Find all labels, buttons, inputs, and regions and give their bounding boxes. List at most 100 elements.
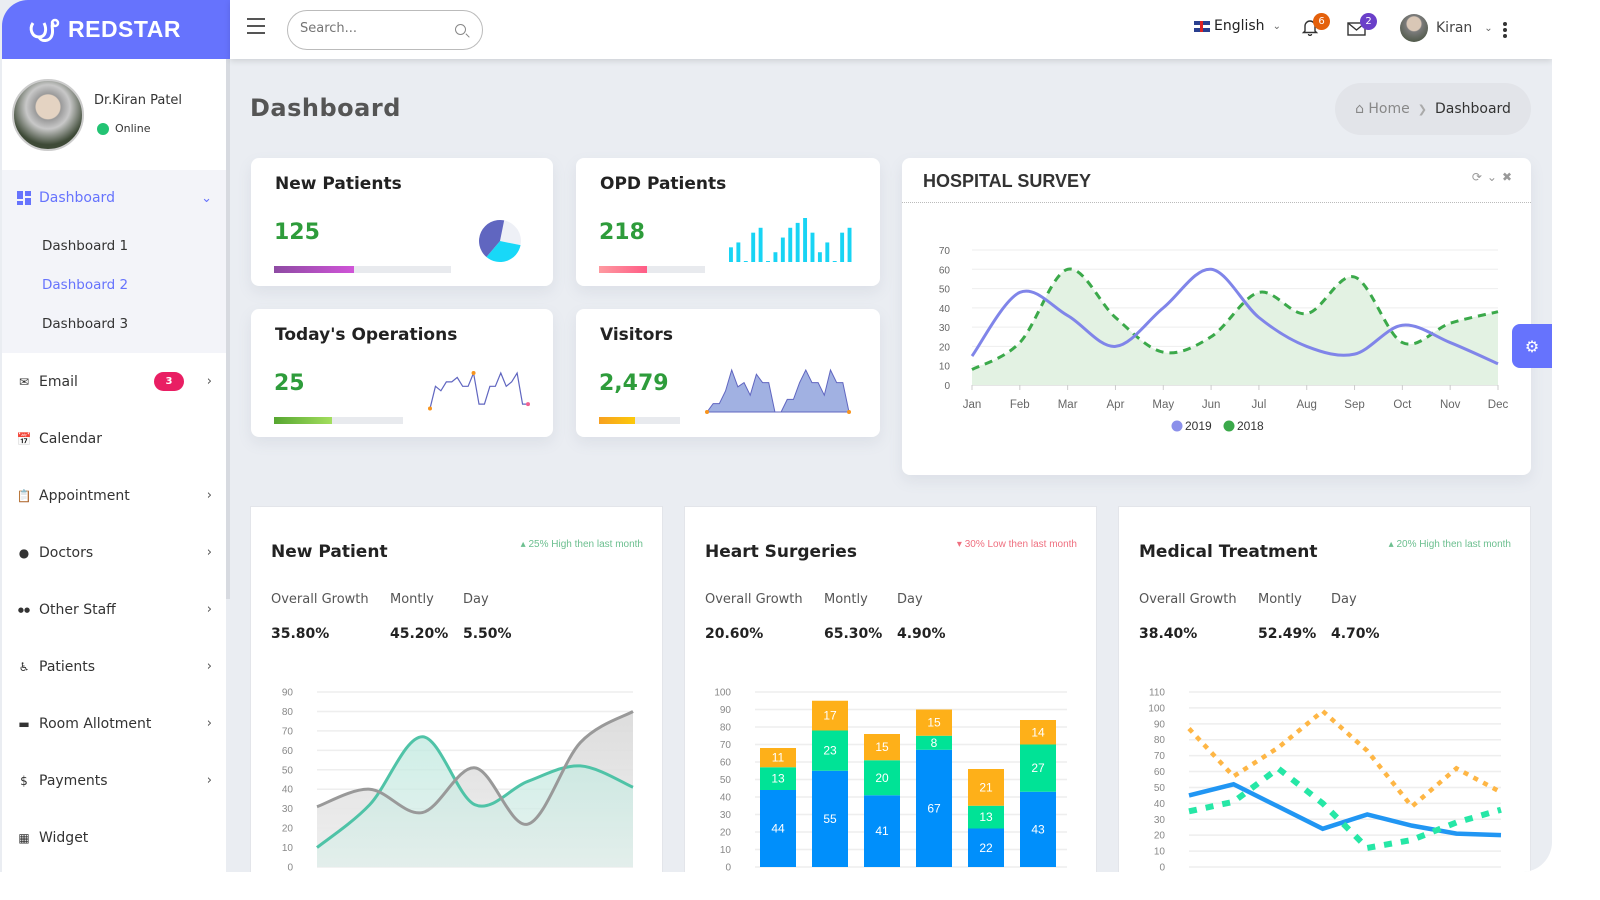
chevron-down-icon: ⌄ bbox=[1484, 22, 1493, 34]
y-tick-label: 20 bbox=[282, 824, 294, 835]
sidebar-item-dashboard[interactable]: Dashboard ⌄ bbox=[2, 170, 226, 226]
y-tick-label: 20 bbox=[720, 828, 732, 839]
y-tick-label: 40 bbox=[282, 785, 294, 796]
y-tick-label: 70 bbox=[939, 246, 951, 257]
progress-bar bbox=[274, 266, 451, 273]
x-tick-label: Nov bbox=[1440, 399, 1461, 411]
x-tick-label: Mar bbox=[1058, 399, 1078, 411]
hamburger-icon[interactable] bbox=[247, 18, 265, 34]
x-tick-label: Oct bbox=[1393, 399, 1412, 411]
spark-bar bbox=[817, 252, 822, 262]
y-tick-label: 80 bbox=[720, 723, 732, 734]
sidebar-item-patients[interactable]: ♿ Patients › bbox=[2, 638, 226, 695]
kebab-icon[interactable] bbox=[1503, 22, 1507, 40]
messages-button[interactable]: 2 bbox=[1347, 13, 1377, 40]
settings-gear-button[interactable]: ⚙ bbox=[1512, 324, 1552, 368]
y-tick-label: 60 bbox=[1154, 767, 1166, 778]
x-tick-label: Dec bbox=[1488, 399, 1509, 411]
progress-bar bbox=[274, 417, 403, 424]
y-tick-label: 70 bbox=[282, 726, 294, 737]
sidebar-item-appointment[interactable]: 📋 Appointment › bbox=[2, 467, 226, 524]
metric-label: Overall Growth bbox=[705, 592, 803, 607]
brand-logo[interactable]: REDSTAR bbox=[2, 0, 230, 59]
profile-name: Dr.Kiran Patel bbox=[94, 93, 183, 108]
legend-label: 2019 bbox=[1185, 419, 1212, 433]
caret-up-icon: ▴ bbox=[1388, 539, 1394, 550]
y-tick-label: 50 bbox=[282, 765, 294, 776]
bar-value-label: 55 bbox=[823, 812, 837, 826]
bar-value-label: 14 bbox=[1031, 725, 1045, 739]
y-tick-label: 20 bbox=[1154, 831, 1166, 842]
stat-card-todays-operations: Today's Operations 25 bbox=[251, 309, 553, 437]
sidebar-item-label: Room Allotment bbox=[39, 715, 152, 732]
clipboard-icon: 📋 bbox=[16, 488, 32, 503]
sidebar-item-payments[interactable]: $ Payments › bbox=[2, 752, 226, 809]
search-icon[interactable] bbox=[455, 24, 466, 35]
stat-title: New Patients bbox=[275, 174, 402, 194]
people-icon: ●● bbox=[17, 605, 31, 614]
chevron-right-icon: › bbox=[206, 374, 212, 389]
bar-value-label: 8 bbox=[931, 736, 938, 750]
opd-bar-sparkline bbox=[729, 218, 852, 262]
card-title: Heart Surgeries bbox=[705, 542, 857, 562]
bar-value-label: 17 bbox=[823, 709, 837, 723]
metric-value: 4.70% bbox=[1331, 626, 1380, 642]
bar-value-label: 21 bbox=[979, 780, 993, 794]
top-navbar: English ⌄ 6 2 Kiran ⌄ bbox=[230, 0, 1552, 59]
y-tick-label: 30 bbox=[720, 810, 732, 821]
breadcrumb-home[interactable]: ⌂ Home bbox=[1355, 101, 1410, 117]
y-tick-label: 10 bbox=[720, 845, 732, 856]
y-tick-label: 0 bbox=[944, 381, 950, 392]
spark-bar bbox=[780, 237, 785, 262]
bar-value-label: 15 bbox=[875, 740, 889, 754]
y-tick-label: 70 bbox=[720, 740, 732, 751]
y-tick-label: 70 bbox=[1154, 751, 1166, 762]
card-title: Medical Treatment bbox=[1139, 542, 1318, 562]
language-selector[interactable]: English ⌄ bbox=[1194, 18, 1281, 34]
user-name: Kiran bbox=[1436, 20, 1473, 36]
sidebar-item-other-staff[interactable]: ●● Other Staff › bbox=[2, 581, 226, 638]
search-input[interactable] bbox=[300, 21, 450, 36]
y-tick-label: 60 bbox=[720, 758, 732, 769]
sidebar-scrollbar[interactable] bbox=[226, 59, 230, 599]
dollar-icon: $ bbox=[20, 773, 28, 788]
refresh-icon[interactable]: ⟳ bbox=[1472, 170, 1482, 184]
collapse-icon[interactable]: ⌄ bbox=[1487, 170, 1497, 184]
breadcrumb: ⌂ Home ❯ Dashboard bbox=[1335, 83, 1531, 135]
user-menu[interactable]: Kiran ⌄ bbox=[1400, 14, 1493, 42]
metric-value: 5.50% bbox=[463, 626, 512, 642]
y-tick-label: 30 bbox=[282, 804, 294, 815]
spark-bar bbox=[810, 232, 815, 262]
visitors-area-sparkline bbox=[705, 368, 851, 414]
spark-point bbox=[428, 406, 432, 411]
envelope-icon: ✉ bbox=[18, 374, 30, 389]
sidebar-item-email[interactable]: ✉ Email 3 › bbox=[2, 353, 226, 410]
stat-card-opd-patients: OPD Patients 218 bbox=[576, 158, 880, 286]
close-icon[interactable]: ✖ bbox=[1502, 170, 1512, 184]
chevron-down-icon: ⌄ bbox=[1272, 20, 1281, 32]
sidebar-item-calendar[interactable]: 📅 Calendar bbox=[2, 410, 226, 467]
spark-bar bbox=[758, 227, 763, 262]
sidebar-item-widget[interactable]: ▦ Widget bbox=[2, 809, 226, 866]
x-tick-label: May bbox=[1152, 399, 1174, 411]
dashboard-menu-group: Dashboard ⌄ Dashboard 1 Dashboard 2 Dash… bbox=[2, 170, 226, 353]
y-tick-label: 10 bbox=[1154, 847, 1166, 858]
notifications-button[interactable]: 6 bbox=[1301, 13, 1330, 40]
legend-label: 2018 bbox=[1237, 419, 1264, 433]
progress-fill bbox=[599, 417, 636, 424]
progress-bar bbox=[599, 266, 705, 273]
sidebar-subitem-dashboard-3[interactable]: Dashboard 3 bbox=[2, 304, 226, 343]
progress-fill bbox=[599, 266, 647, 273]
stethoscope-icon bbox=[29, 18, 60, 42]
metric-value: 45.20% bbox=[390, 626, 449, 642]
sidebar-subitem-dashboard-1[interactable]: Dashboard 1 bbox=[2, 226, 226, 265]
y-tick-label: 50 bbox=[1154, 783, 1166, 794]
sidebar-item-doctors[interactable]: ● Doctors › bbox=[2, 524, 226, 581]
spark-bar bbox=[803, 218, 808, 262]
wheelchair-icon: ♿ bbox=[18, 659, 30, 674]
summary-card-heart-surgeries: Heart Surgeries ▾ 30% Low then last month… bbox=[684, 506, 1097, 872]
sidebar-item-room-allotment[interactable]: ▬ Room Allotment › bbox=[2, 695, 226, 752]
spark-bar bbox=[766, 261, 770, 262]
spark-bar bbox=[832, 261, 837, 262]
sidebar-subitem-dashboard-2[interactable]: Dashboard 2 bbox=[2, 265, 226, 304]
